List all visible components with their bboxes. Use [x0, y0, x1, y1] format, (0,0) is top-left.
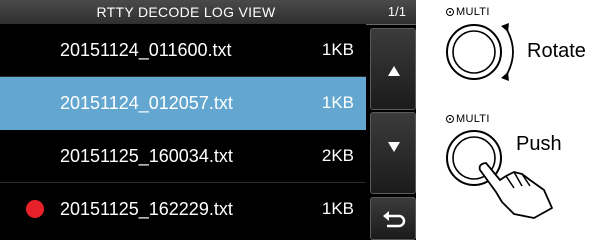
log-view-screen: RTTY DECODE LOG VIEW 1/1 20151124_011600… — [0, 0, 416, 240]
multi-dial-label: MULTI — [446, 6, 490, 18]
file-size: 1KB — [321, 93, 354, 112]
page-indicator: 1/1 — [387, 4, 406, 19]
multi-dial-label: MULTI — [446, 113, 490, 125]
dial-mark-icon — [446, 8, 454, 16]
dial-mark-icon — [446, 115, 454, 123]
recording-dot-icon — [26, 200, 44, 218]
file-name: 20151125_160034.txt — [60, 146, 233, 166]
triangle-up-icon — [388, 66, 400, 76]
triangle-down-icon — [388, 142, 400, 152]
push-label: Push — [516, 133, 562, 155]
screen-title: RTTY DECODE LOG VIEW — [96, 4, 276, 20]
file-row[interactable]: 20151125_160034.txt 2KB — [0, 130, 366, 183]
file-size: 2KB — [321, 146, 354, 165]
scroll-up-button[interactable] — [370, 28, 416, 110]
file-name: 20151125_162229.txt — [60, 199, 233, 219]
back-button[interactable] — [370, 197, 416, 240]
return-arrow-icon — [383, 211, 406, 228]
file-name: 20151124_011600.txt — [60, 40, 232, 60]
file-row-selected[interactable]: 20151124_012057.txt 1KB — [0, 77, 366, 130]
file-row[interactable]: 20151124_011600.txt 1KB — [0, 24, 366, 77]
file-size: 1KB — [321, 40, 354, 59]
title-bar: RTTY DECODE LOG VIEW 1/1 — [0, 0, 416, 25]
file-size: 1KB — [321, 199, 354, 218]
multi-dial-rotate-icon — [446, 23, 514, 81]
file-name: 20151124_012057.txt — [60, 93, 233, 113]
scroll-down-button[interactable] — [370, 112, 416, 194]
rotate-label: Rotate — [527, 40, 586, 62]
file-row[interactable]: 20151125_162229.txt 1KB — [0, 183, 366, 235]
